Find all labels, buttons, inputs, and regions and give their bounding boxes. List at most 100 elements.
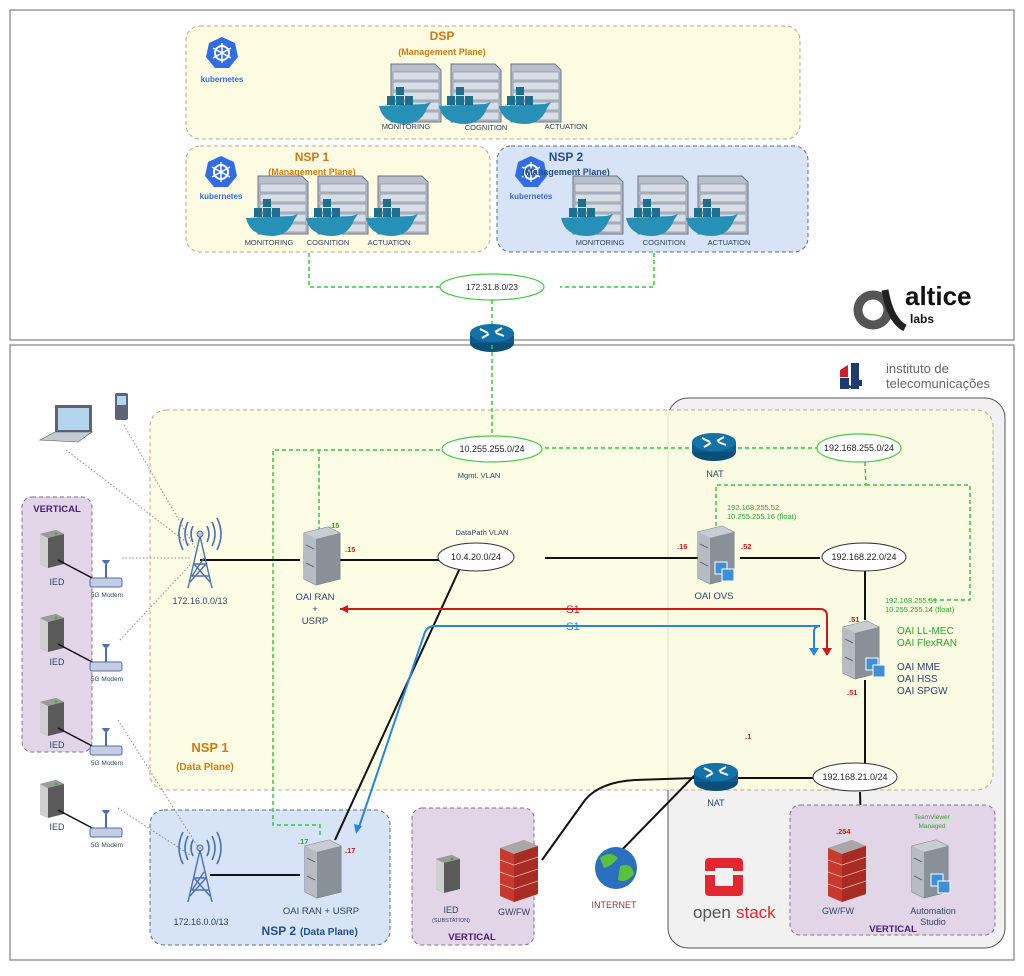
svg-text:192.168.21.0/24: 192.168.21.0/24	[822, 772, 887, 782]
vertical-title: VERTICAL	[869, 924, 917, 935]
oai-ran-server-icon	[304, 839, 342, 899]
nat-label: NAT	[707, 798, 725, 808]
nsp2-data-title: NSP 2	[262, 924, 297, 938]
svg-text:192.168.255.0/24: 192.168.255.0/24	[824, 443, 894, 453]
service-label: MONITORING	[245, 238, 294, 247]
svg-text:192.168.22.0/24: 192.168.22.0/24	[831, 552, 896, 562]
nat-router-icon	[691, 432, 737, 462]
nat-router-icon	[693, 762, 739, 792]
service-label: COGNITION	[307, 238, 350, 247]
ied-icon	[40, 780, 64, 818]
svg-text:IED: IED	[49, 822, 65, 832]
oai-ran-server-icon	[303, 526, 341, 586]
svg-text:stack: stack	[736, 903, 776, 922]
tower-subnet: 172.16.0.0/13	[173, 917, 228, 927]
studio-label: Automation	[910, 906, 956, 916]
svg-text:IED: IED	[49, 657, 65, 667]
service-label: MONITORING	[576, 238, 625, 247]
dsp-title: DSP	[430, 29, 455, 43]
fw-label: GW/FW	[822, 906, 854, 916]
service-label: ACTUATION	[368, 238, 411, 247]
oai-ovs-label: OAI OVS	[694, 591, 733, 602]
oai-ran-label: USRP	[302, 616, 328, 627]
mgmt-vlan-label: Mgmt. VLAN	[458, 471, 501, 480]
svg-text:IED: IED	[49, 740, 65, 750]
firewall-icon	[499, 839, 539, 903]
mgmt-ip: 10.255.255.14 (float)	[885, 605, 955, 614]
teamviewer-label: TeamViewer	[914, 814, 950, 821]
svg-text:5G Modem: 5G Modem	[91, 592, 123, 599]
k8s-label: kubernetes	[200, 192, 243, 201]
oai-ran-label: OAI RAN	[295, 592, 334, 603]
cloud-192-168-255: 192.168.255.0/24	[816, 433, 902, 463]
service-label: OAI MME	[897, 662, 941, 673]
oai-ran-label: OAI RAN + USRP	[283, 906, 359, 917]
mgmt-ip: 192.168.255.52	[727, 503, 779, 512]
ip-label: .52	[741, 542, 751, 551]
oai-ran-label: +	[312, 604, 318, 615]
cloud-datapath-vlan: 10.4.20.0/24	[437, 542, 515, 572]
service-label: OAI SPGW	[897, 686, 948, 697]
nsp2-mgmt-title: NSP 2	[549, 150, 584, 164]
svg-text:10.255.255.0/24: 10.255.255.0/24	[459, 444, 524, 454]
svg-text:labs: labs	[910, 312, 934, 326]
firewall-icon	[827, 839, 867, 903]
phone-icon	[115, 393, 128, 420]
ied-icon	[436, 855, 460, 893]
ip-label: .15	[345, 545, 355, 554]
nat-label: NAT	[706, 469, 724, 479]
ied-icon	[40, 614, 64, 652]
vertical-title: VERTICAL	[33, 504, 81, 515]
nsp1-mgmt-title: NSP 1	[295, 150, 330, 164]
s1-red-label: S1	[566, 604, 579, 616]
cloud-192-168-22: 192.168.22.0/24	[821, 542, 907, 572]
svg-text:open: open	[693, 903, 731, 922]
ied-icon	[40, 698, 64, 736]
svg-text:altice: altice	[905, 281, 972, 311]
svg-text:5G Modem: 5G Modem	[91, 676, 123, 683]
service-label: ACTUATION	[545, 122, 588, 131]
service-label: OAI LL-MEC	[897, 626, 954, 637]
mgmt-ip: 10.255.255.16 (float)	[727, 512, 797, 521]
mgmt-ip: 192.168.255.51	[885, 596, 937, 605]
internet-globe-icon	[595, 847, 637, 889]
network-diagram: kubernetes DSP (Management Plane) MONITO…	[9, 9, 1015, 961]
ip-label: .16	[677, 542, 687, 551]
ip-label: .17	[298, 837, 308, 846]
teamviewer-label: Managed	[918, 823, 945, 830]
service-label: MONITORING	[382, 122, 431, 131]
svg-text:5G Modem: 5G Modem	[91, 842, 123, 849]
ied-sub-label: (SUBSTATION)	[432, 918, 470, 924]
internet-label: INTERNET	[592, 900, 638, 910]
svg-text:telecomunicações: telecomunicações	[886, 376, 991, 391]
k8s-label: kubernetes	[201, 75, 244, 84]
ip-label: .51	[849, 615, 859, 624]
studio-label: Studio	[920, 917, 946, 927]
svg-text:172.31.8.0/23: 172.31.8.0/23	[466, 282, 518, 292]
ip-label: .1	[745, 732, 751, 741]
service-label: COGNITION	[643, 238, 686, 247]
svg-text:instituto de: instituto de	[886, 361, 949, 376]
nsp1-data-title: NSP 1	[191, 740, 228, 755]
svg-text:IED: IED	[49, 577, 65, 587]
ied-label: IED	[443, 905, 459, 915]
tower-subnet: 172.16.0.0/13	[172, 596, 227, 606]
fw-label: GW/FW	[498, 907, 530, 917]
nsp1-data-box	[149, 409, 994, 791]
vertical-right-box	[789, 804, 996, 936]
svg-text:5G Modem: 5G Modem	[91, 760, 123, 767]
service-label: OAI HSS	[897, 674, 938, 685]
vertical-title: VERTICAL	[448, 932, 496, 943]
ip-label: .51	[847, 688, 857, 697]
ip-label: .254	[836, 827, 851, 836]
cloud-172-31: 172.31.8.0/23	[439, 273, 545, 301]
nsp2-data-subtitle: (Data Plane)	[300, 927, 358, 938]
service-label: OAI FlexRAN	[897, 638, 957, 649]
cloud-192-168-21: 192.168.21.0/24	[812, 762, 898, 792]
service-label: ACTUATION	[708, 238, 751, 247]
dsp-subtitle: (Management Plane)	[398, 47, 486, 57]
ip-label: .15	[329, 521, 339, 530]
svg-text:10.4.20.0/24: 10.4.20.0/24	[451, 552, 501, 562]
cloud-mgmt-vlan: 10.255.255.0/24	[441, 435, 543, 463]
s1-blue-label: S1	[566, 621, 579, 633]
